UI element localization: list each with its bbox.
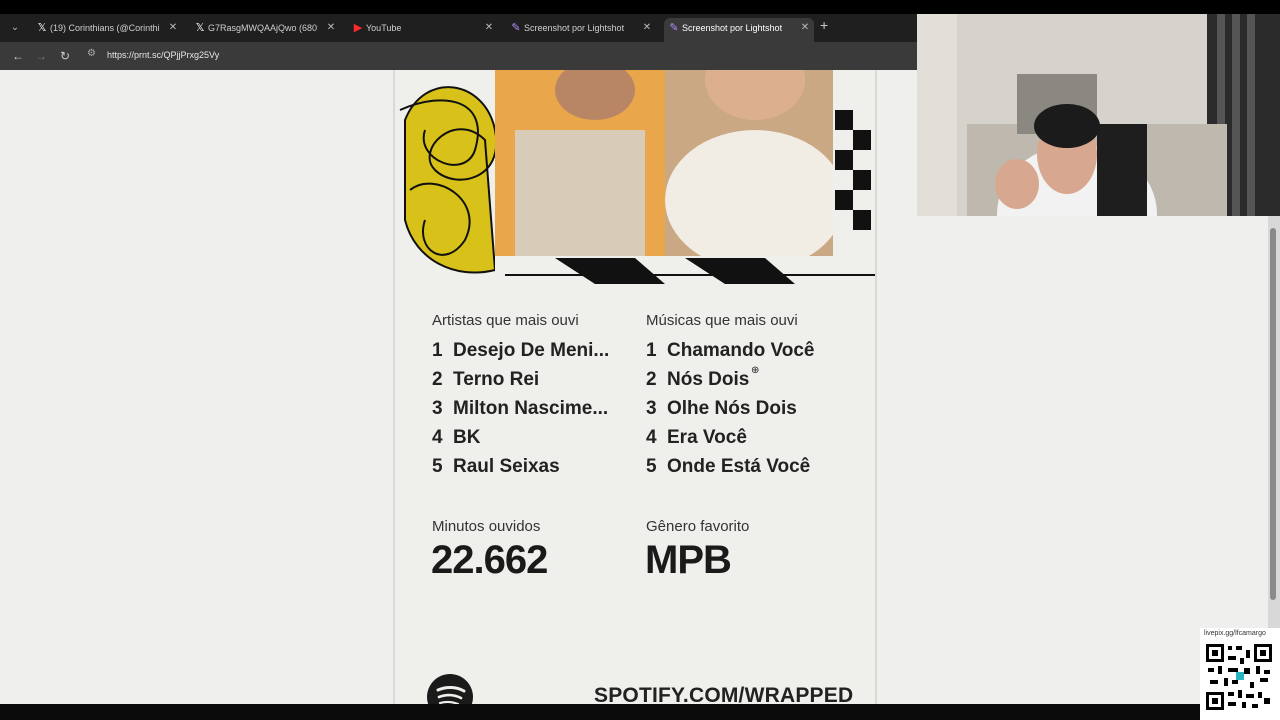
artist-rank: 3: [432, 398, 443, 419]
spotify-logo-icon: [427, 674, 473, 704]
close-icon[interactable]: ✕: [166, 18, 180, 38]
qr-code-image[interactable]: [1204, 642, 1274, 712]
taskbar-strip: [0, 704, 1280, 720]
artist-name: Terno Rei: [453, 369, 540, 390]
lightshot-feather-icon: ✎: [669, 22, 679, 34]
scrollbar-thumb[interactable]: [1270, 228, 1276, 600]
tab-youtube[interactable]: ▶ YouTube ✕: [350, 18, 500, 42]
song-name: Era Você: [667, 427, 747, 448]
artist-name: Raul Seixas: [453, 456, 560, 477]
close-icon[interactable]: ✕: [324, 18, 338, 38]
tab-title: Screenshot por Lightshot: [524, 23, 625, 33]
artist-rank: 2: [432, 369, 443, 390]
minutes-label: Minutos ouvidos: [432, 518, 541, 535]
minutes-value: 22.662: [431, 538, 548, 582]
url-field[interactable]: https://prnt.sc/QPjjPrxg25Vy: [107, 50, 219, 60]
webcam-overlay: [917, 14, 1280, 216]
tab-title: YouTube: [366, 23, 402, 33]
tab-strip: ⌄ 𝕏 (19) Corinthians (@Corinthians ✕ 𝕏 G…: [0, 14, 917, 42]
address-bar: ← → ↻ ⚙ https://prnt.sc/QPjjPrxg25Vy: [0, 42, 917, 70]
songs-heading: Músicas que mais ouvi: [646, 312, 798, 329]
tab-title: G7RasgMWQAAjQwo (680×42: [208, 23, 318, 33]
qr-caption: livepix.gg/lfcamargo: [1204, 630, 1266, 637]
site-info-icon[interactable]: ⚙: [87, 48, 101, 62]
forward-arrow-icon[interactable]: →: [33, 48, 49, 64]
genre-value: MPB: [645, 538, 732, 582]
x-logo-icon: 𝕏: [195, 22, 205, 34]
song-rank: 5: [646, 456, 657, 477]
song-rank: 4: [646, 427, 657, 448]
artist-rank: 5: [432, 456, 443, 477]
tab-lightshot-2[interactable]: ✎ Screenshot por Lightshot ✕: [664, 18, 814, 42]
tab-image[interactable]: 𝕏 G7RasgMWQAAjQwo (680×42 ✕: [192, 18, 342, 42]
zoom-cursor-icon: ⊕: [751, 365, 760, 376]
x-logo-icon: 𝕏: [37, 22, 47, 34]
lightshot-feather-icon: ✎: [511, 22, 521, 34]
tab-title: (19) Corinthians (@Corinthians: [50, 23, 160, 33]
song-name: Olhe Nós Dois: [667, 398, 797, 419]
song-name: Nós Dois: [667, 369, 750, 390]
artists-heading: Artistas que mais ouvi: [432, 312, 579, 329]
tab-lightshot-1[interactable]: ✎ Screenshot por Lightshot ✕: [508, 18, 658, 42]
tab-corinthians[interactable]: 𝕏 (19) Corinthians (@Corinthians ✕: [34, 18, 184, 42]
song-name: Onde Está Você: [667, 456, 811, 477]
cover-art-image: [395, 70, 875, 290]
tab-search-button[interactable]: ⌄: [6, 20, 24, 36]
genre-label: Gênero favorito: [646, 518, 750, 535]
wrapped-card: Artistas que mais ouvi Músicas que mais …: [393, 70, 877, 704]
youtube-icon: ▶: [353, 22, 363, 34]
song-name: Chamando Você: [667, 340, 815, 361]
artist-name: Milton Nascime...: [453, 398, 609, 419]
close-icon[interactable]: ✕: [798, 18, 812, 38]
close-icon[interactable]: ✕: [640, 18, 654, 38]
artist-rank: 4: [432, 427, 443, 448]
spotify-wrapped-link[interactable]: SPOTIFY.COM/WRAPPED: [594, 684, 853, 704]
artist-rank: 1: [432, 340, 443, 361]
close-icon[interactable]: ✕: [482, 18, 496, 38]
reload-icon[interactable]: ↻: [57, 48, 73, 64]
back-arrow-icon[interactable]: ←: [10, 48, 26, 64]
song-rank: 2: [646, 369, 657, 390]
song-rank: 3: [646, 398, 657, 419]
new-tab-icon[interactable]: +: [820, 17, 828, 33]
artist-name: BK: [453, 427, 481, 448]
artist-name: Desejo De Meni...: [453, 340, 610, 361]
donation-qr-panel: livepix.gg/lfcamargo: [1200, 628, 1280, 720]
song-rank: 1: [646, 340, 657, 361]
tab-title: Screenshot por Lightshot: [682, 23, 783, 33]
